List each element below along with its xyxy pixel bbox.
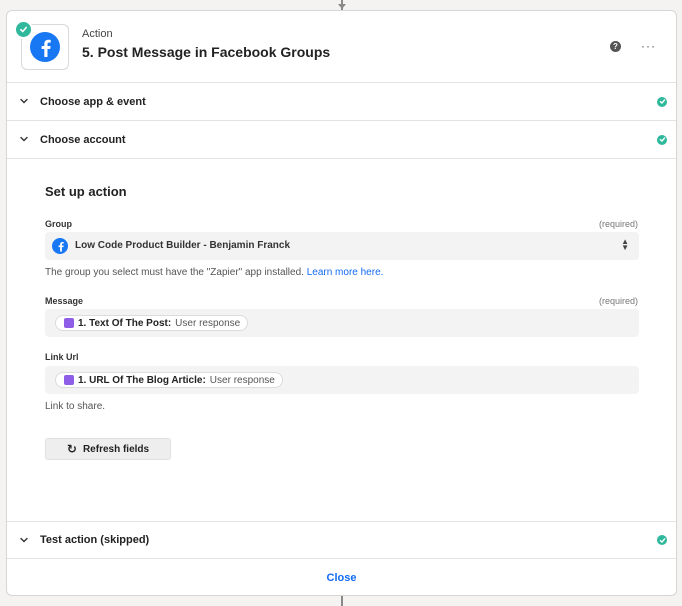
section-label: Choose account — [40, 133, 126, 146]
facebook-icon — [52, 238, 68, 254]
message-required-label: (required) — [598, 296, 638, 306]
group-help-text: The group you select must have the "Zapi… — [45, 267, 383, 278]
form-app-icon — [64, 318, 74, 328]
message-input[interactable]: 1. Text Of The Post: User response — [45, 309, 639, 337]
step-title: 5. Post Message in Facebook Groups — [82, 44, 331, 60]
link-url-field-label: Link Url — [45, 352, 79, 362]
setup-action-title: Set up action — [45, 184, 127, 199]
close-button[interactable]: Close — [327, 572, 357, 584]
step-kind-label: Action — [82, 28, 113, 40]
connector-line-bottom — [341, 596, 343, 606]
check-circle-icon — [657, 134, 667, 145]
sort-arrows-icon: ▲ ▼ — [621, 237, 629, 252]
mapped-field-pill[interactable]: 1. Text Of The Post: User response — [55, 315, 249, 331]
refresh-icon: ↻ — [66, 442, 77, 456]
action-step-card: Action 5. Post Message in Facebook Group… — [6, 10, 677, 596]
chevron-down-icon — [20, 98, 28, 104]
card-footer: Close — [7, 559, 676, 596]
group-required-label: (required) — [598, 219, 638, 229]
chevron-down-icon — [20, 136, 28, 142]
message-field-label: Message — [45, 296, 84, 306]
pill-value: User response — [175, 317, 241, 329]
help-icon[interactable]: ? — [610, 41, 621, 52]
check-circle-icon — [14, 20, 33, 39]
pill-value: User response — [209, 374, 275, 386]
learn-more-link[interactable]: Learn more here. — [307, 267, 384, 278]
section-choose-account[interactable]: Choose account — [7, 121, 676, 159]
mapped-field-pill[interactable]: 1. URL Of The Blog Article: User respons… — [55, 372, 283, 388]
section-test-action[interactable]: Test action (skipped) — [7, 521, 676, 559]
refresh-fields-button[interactable]: ↻ Refresh fields — [45, 438, 171, 460]
check-circle-icon — [657, 96, 667, 107]
form-app-icon — [64, 375, 74, 385]
facebook-icon — [30, 32, 60, 62]
pill-step-label: 1. URL Of The Blog Article: — [78, 374, 206, 386]
group-help-prefix: The group you select must have the "Zapi… — [45, 267, 307, 278]
section-label: Test action (skipped) — [40, 534, 150, 546]
section-choose-app[interactable]: Choose app & event — [7, 83, 676, 121]
group-field-label: Group — [45, 219, 72, 229]
section-label: Choose app & event — [40, 95, 146, 108]
connector-line-top — [338, 0, 346, 10]
chevron-down-icon — [20, 537, 28, 543]
group-select-value: Low Code Product Builder - Benjamin Fran… — [75, 240, 291, 251]
link-url-help-text: Link to share. — [45, 401, 106, 412]
check-circle-icon — [657, 535, 667, 545]
refresh-fields-label: Refresh fields — [82, 443, 150, 455]
group-select[interactable]: Low Code Product Builder - Benjamin Fran… — [45, 232, 639, 260]
more-options-icon[interactable]: ··· — [641, 39, 656, 53]
step-header[interactable]: Action 5. Post Message in Facebook Group… — [7, 11, 676, 83]
pill-step-label: 1. Text Of The Post: — [78, 317, 172, 329]
link-url-input[interactable]: 1. URL Of The Blog Article: User respons… — [45, 366, 639, 394]
